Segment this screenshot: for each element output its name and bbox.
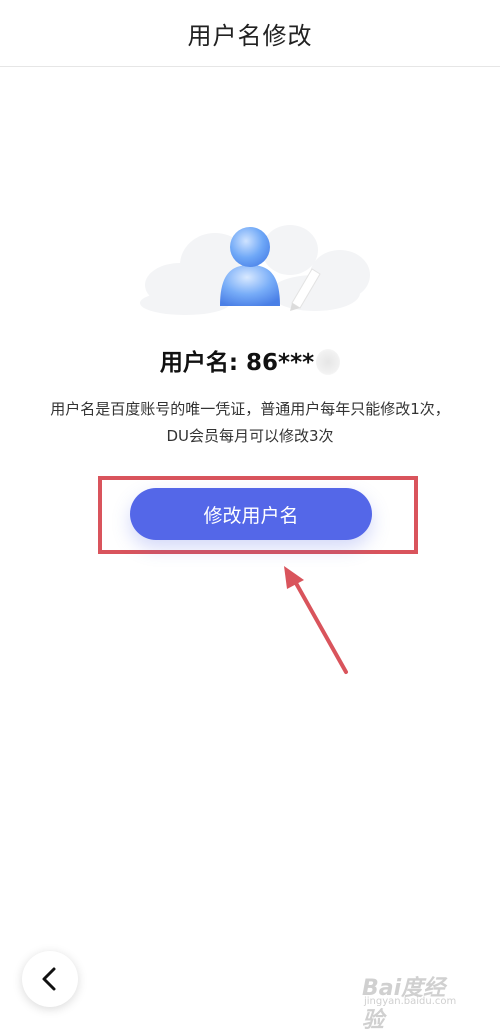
username-rule-description: 用户名是百度账号的唯一凭证，普通用户每年只能修改1次，DU会员每月可以修改3次 xyxy=(50,400,450,445)
chevron-left-icon xyxy=(42,967,56,991)
page-title: 用户名修改 xyxy=(187,21,313,50)
username-display: 用户名: 86*** xyxy=(0,343,500,377)
baidu-jingyan-watermark: Bai度经验 jingyan.baidu.com xyxy=(362,962,462,1033)
back-button[interactable] xyxy=(22,951,78,1007)
redaction-blur xyxy=(316,348,341,375)
watermark-url: jingyan.baidu.com xyxy=(364,996,457,1007)
top-bar: 用户名修改 xyxy=(0,0,500,67)
username-text: 用户名: 86*** xyxy=(159,350,315,376)
annotation-arrow-icon xyxy=(284,566,348,674)
modify-username-button[interactable]: 修改用户名 xyxy=(130,488,372,540)
user-avatar-edit-illustration xyxy=(140,225,370,315)
